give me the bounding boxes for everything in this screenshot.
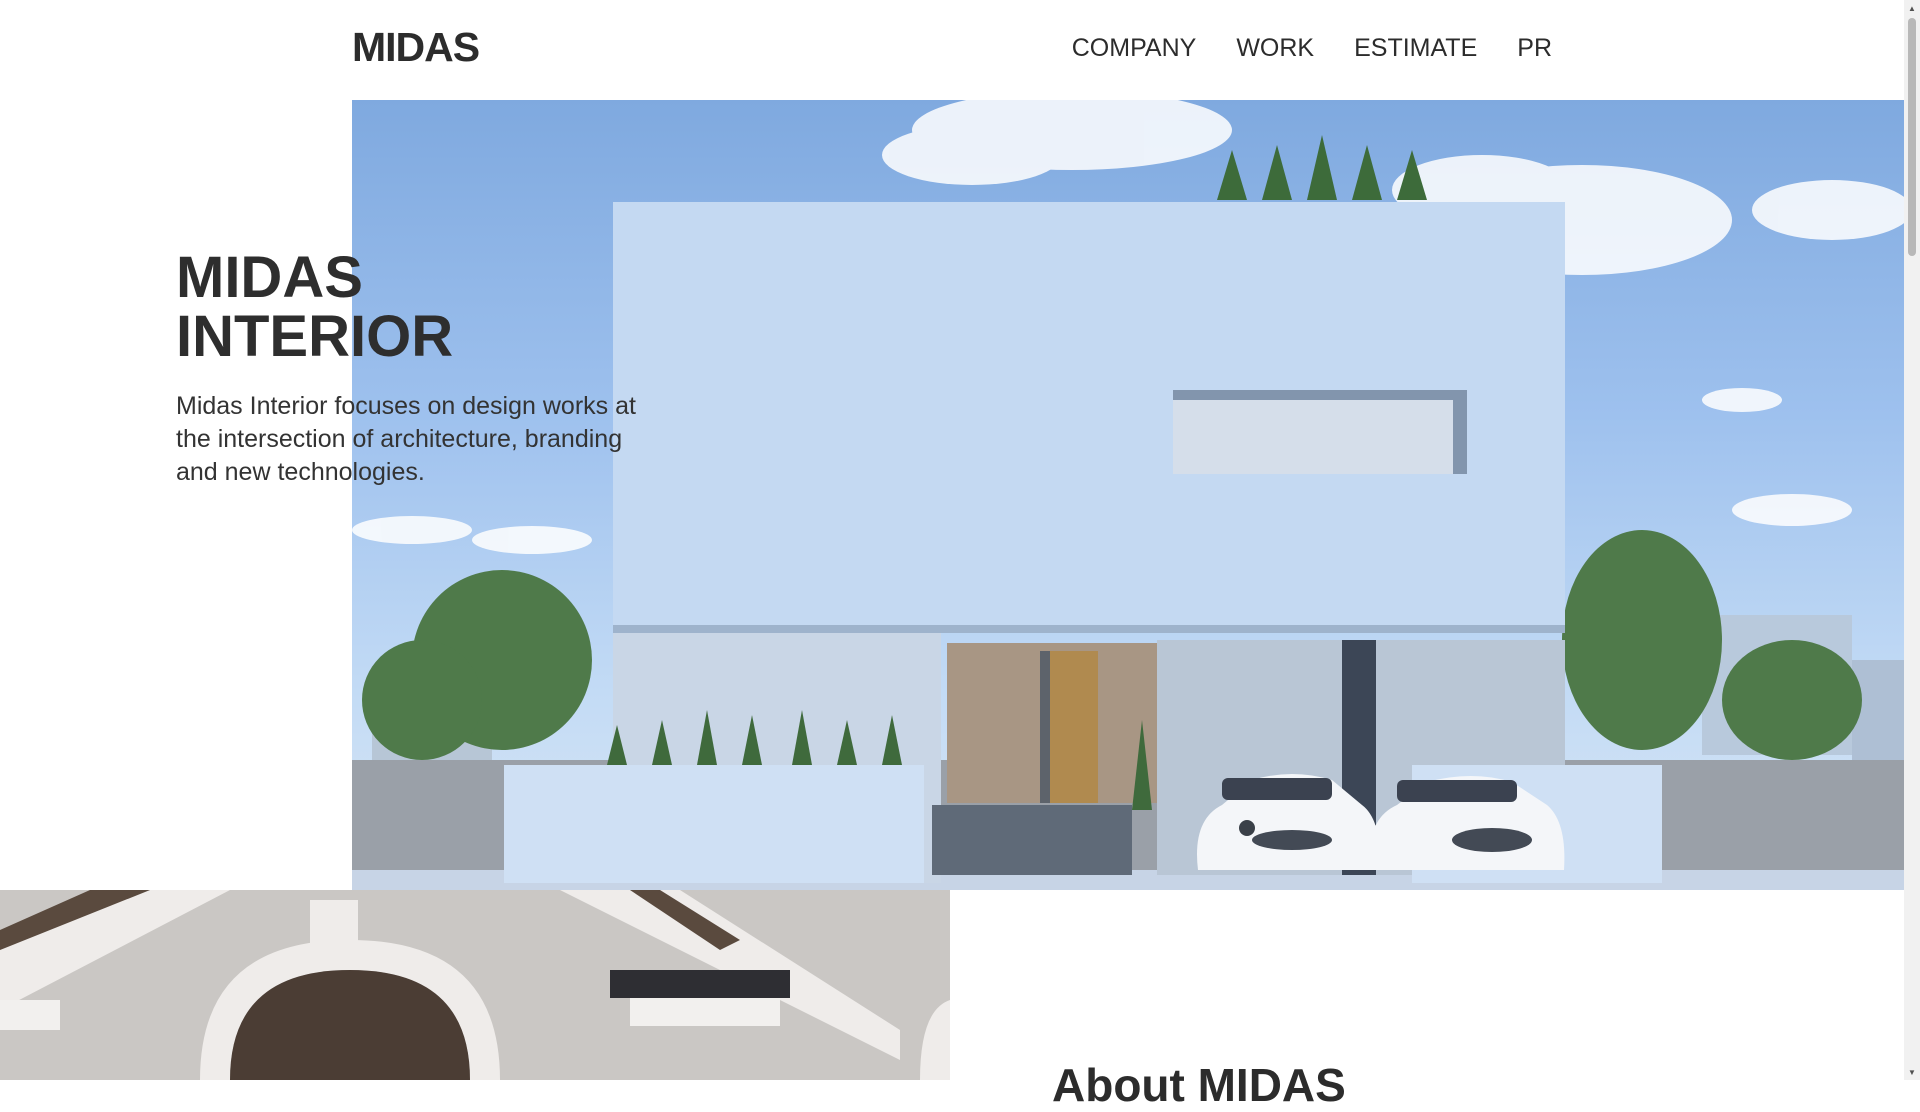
scroll-down-arrow-icon[interactable]: ▼ <box>1904 1064 1920 1080</box>
hero-title: MIDAS INTERIOR <box>176 248 636 366</box>
site-header: MIDAS COMPANY WORK ESTIMATE PR <box>0 0 1904 100</box>
scroll-thumb[interactable] <box>1908 18 1916 256</box>
nav-company[interactable]: COMPANY <box>1072 34 1197 63</box>
hero-image <box>352 100 1904 890</box>
hero-text: MIDAS INTERIOR Midas Interior focuses on… <box>176 248 636 489</box>
hero-title-line1: MIDAS <box>176 245 363 310</box>
nav-pr[interactable]: PR <box>1517 34 1552 63</box>
house-arch-image <box>0 890 950 1080</box>
logo[interactable]: MIDAS <box>352 24 480 71</box>
hero-title-line2: INTERIOR <box>176 304 454 369</box>
nav-work[interactable]: WORK <box>1236 34 1314 63</box>
about-title: About MIDAS <box>1052 1059 1346 1111</box>
main-nav: COMPANY WORK ESTIMATE PR <box>1072 34 1552 63</box>
hero-description: Midas Interior focuses on design works a… <box>176 392 636 486</box>
scrollbar[interactable]: ▲ ▼ <box>1904 0 1920 1080</box>
nav-estimate[interactable]: ESTIMATE <box>1354 34 1477 63</box>
scroll-up-arrow-icon[interactable]: ▲ <box>1904 0 1920 16</box>
